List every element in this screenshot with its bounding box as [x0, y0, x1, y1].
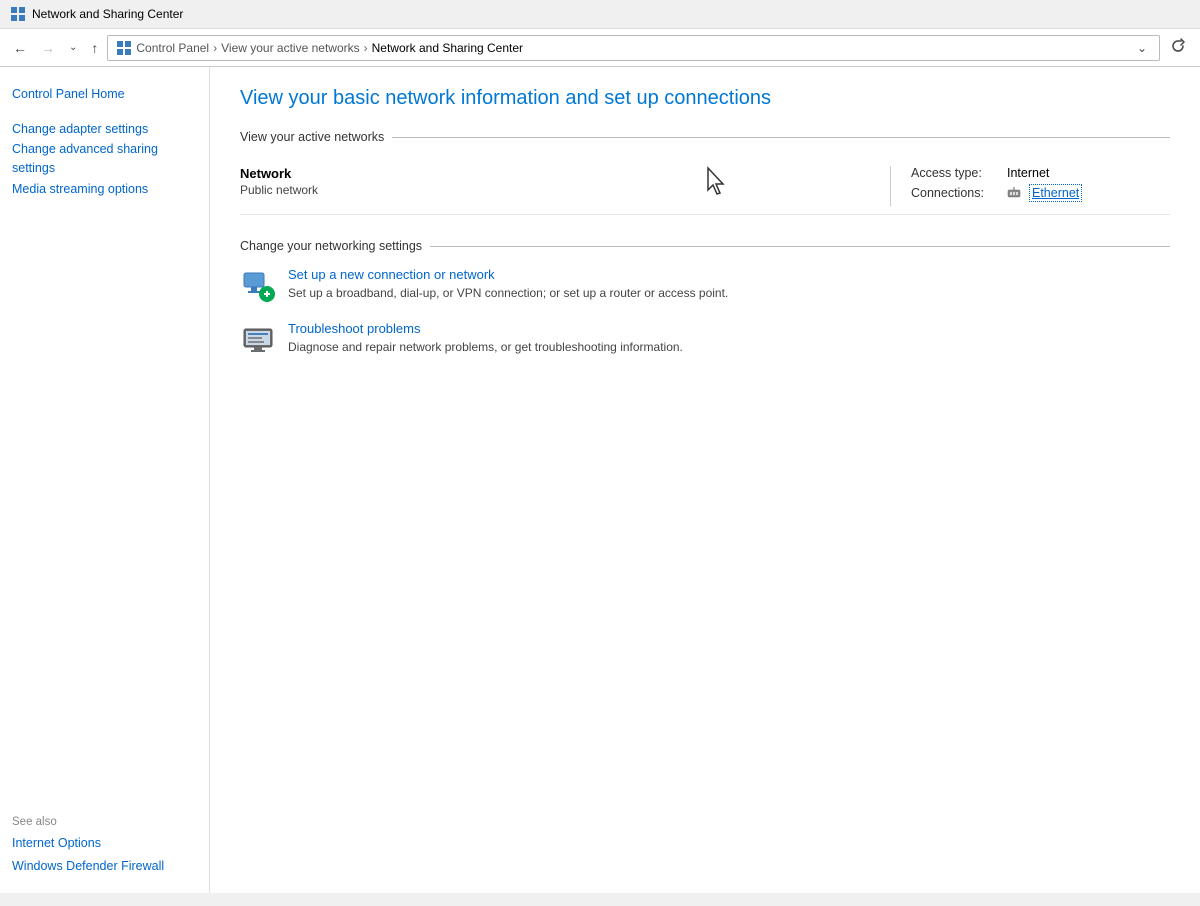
- new-connection-icon: [240, 267, 276, 303]
- network-info: Network Public network: [240, 166, 545, 197]
- sidebar-link-media-streaming[interactable]: Media streaming options: [12, 178, 197, 201]
- network-icon-area: [545, 166, 890, 196]
- network-row: Network Public network Access type: Inte…: [240, 158, 1170, 215]
- network-type: Public network: [240, 183, 545, 197]
- path-part-2: Network and Sharing Center: [372, 41, 523, 55]
- networking-settings-label: Change your networking settings: [240, 239, 422, 253]
- cursor-icon: [703, 166, 733, 196]
- troubleshoot-desc: Diagnose and repair network problems, or…: [288, 340, 683, 354]
- active-networks-label: View your active networks: [240, 130, 384, 144]
- connections-row: Connections: Ethernet: [911, 184, 1170, 202]
- ethernet-icon: [1007, 186, 1021, 200]
- networking-settings-line: [430, 246, 1170, 247]
- address-bar: ← → ⌄ ↑ Control Panel › View your active…: [0, 29, 1200, 67]
- address-path: Control Panel › View your active network…: [136, 41, 1129, 55]
- sidebar: Control Panel Home Change adapter settin…: [0, 67, 210, 893]
- new-connection-link[interactable]: Set up a new connection or network: [288, 267, 1170, 282]
- troubleshoot-text: Troubleshoot problems Diagnose and repai…: [288, 321, 1170, 356]
- access-type-row: Access type: Internet: [911, 166, 1170, 180]
- title-bar-text: Network and Sharing Center: [32, 7, 183, 21]
- forward-button[interactable]: →: [36, 37, 60, 59]
- network-details: Access type: Internet Connections:: [890, 166, 1170, 206]
- settings-items: Set up a new connection or network Set u…: [240, 267, 1170, 357]
- sidebar-link-advanced-sharing[interactable]: Change advanced sharingsettings: [12, 140, 197, 178]
- path-sep-0: ›: [213, 41, 217, 55]
- sidebar-link-windows-defender[interactable]: Windows Defender Firewall: [12, 855, 197, 878]
- address-field[interactable]: Control Panel › View your active network…: [107, 35, 1160, 61]
- sidebar-link-change-adapter[interactable]: Change adapter settings: [12, 118, 197, 141]
- up-button[interactable]: ↑: [86, 37, 103, 59]
- content-area: View your basic network information and …: [210, 67, 1200, 893]
- path-part-1: View your active networks: [221, 41, 360, 55]
- troubleshoot-icon: [240, 321, 276, 357]
- active-networks-header: View your active networks: [240, 130, 1170, 144]
- new-connection-item: Set up a new connection or network Set u…: [240, 267, 1170, 303]
- ethernet-link[interactable]: Ethernet: [1029, 184, 1082, 202]
- back-button[interactable]: ←: [8, 37, 32, 59]
- access-type-label: Access type:: [911, 166, 1001, 180]
- title-bar: Network and Sharing Center: [0, 0, 1200, 29]
- path-sep-1: ›: [364, 41, 368, 55]
- refresh-button[interactable]: [1164, 35, 1192, 60]
- title-bar-icon: [10, 6, 26, 22]
- new-connection-text: Set up a new connection or network Set u…: [288, 267, 1170, 302]
- network-name: Network: [240, 166, 545, 181]
- path-part-0: Control Panel: [136, 41, 209, 55]
- history-button[interactable]: ⌄: [64, 39, 82, 56]
- see-also-title: See also: [12, 816, 197, 828]
- troubleshoot-link[interactable]: Troubleshoot problems: [288, 321, 1170, 336]
- new-connection-desc: Set up a broadband, dial-up, or VPN conn…: [288, 286, 728, 300]
- sidebar-link-control-panel-home[interactable]: Control Panel Home: [12, 83, 197, 106]
- troubleshoot-item: Troubleshoot problems Diagnose and repai…: [240, 321, 1170, 357]
- connections-label: Connections:: [911, 186, 1001, 200]
- main-container: Control Panel Home Change adapter settin…: [0, 67, 1200, 893]
- address-dropdown-button[interactable]: ⌄: [1133, 41, 1151, 55]
- page-title: View your basic network information and …: [240, 87, 1170, 110]
- sidebar-link-internet-options[interactable]: Internet Options: [12, 832, 197, 855]
- networking-settings-section: Change your networking settings: [240, 239, 1170, 357]
- networking-settings-header: Change your networking settings: [240, 239, 1170, 253]
- access-type-value: Internet: [1007, 166, 1049, 180]
- address-icon: [116, 40, 132, 56]
- active-networks-line: [392, 137, 1170, 138]
